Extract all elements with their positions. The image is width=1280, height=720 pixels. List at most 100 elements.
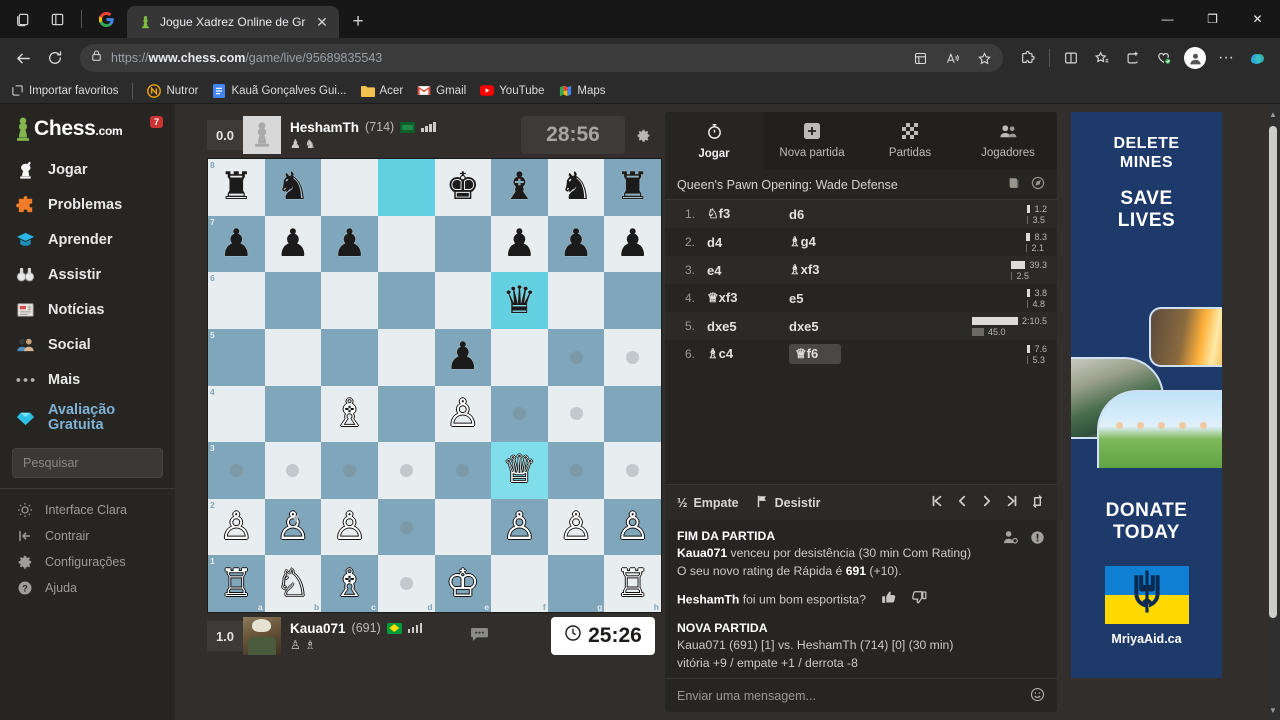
board-square-f4[interactable] (491, 385, 548, 443)
scroll-up-arrow[interactable]: ▲ (1266, 106, 1280, 122)
move-row[interactable]: 5. dxe5 dxe5 2:10.5 45.0 (665, 312, 1057, 340)
bookmark-import-favoritos[interactable]: Importar favoritos (10, 84, 118, 98)
board-square-f8[interactable]: ♝ (491, 159, 548, 216)
white-pawn-e4[interactable]: ♙ (446, 395, 480, 433)
board-square-a6[interactable]: 6 (208, 272, 265, 329)
sidebar-item-interface-clara[interactable]: Interface Clara (0, 497, 175, 523)
black-rook-a8[interactable]: ♜ (219, 168, 253, 206)
bookmark-kaua-goncalves[interactable]: Kauã Gonçalves Gui... (212, 83, 347, 98)
read-aloud-icon[interactable] (937, 43, 967, 73)
board-square-g7[interactable]: ♟ (547, 215, 605, 273)
board-square-h8[interactable]: ♜ (604, 159, 661, 216)
board-square-c7[interactable]: ♟ (321, 215, 378, 273)
sidebar-search-input[interactable]: Pesquisar (12, 447, 163, 478)
white-pawn-b2[interactable]: ♙ (276, 508, 310, 546)
move-black[interactable]: e5 (789, 291, 871, 306)
board-square-e8[interactable]: ♚ (434, 159, 492, 216)
board-square-b6[interactable] (264, 272, 322, 329)
thumbs-up-icon[interactable] (881, 590, 897, 611)
favorites-bar-icon[interactable] (1087, 43, 1117, 73)
settings-more-icon[interactable]: ··· (1211, 43, 1241, 73)
board-square-b7[interactable]: ♟ (264, 215, 322, 273)
move-black[interactable]: dxe5 (789, 319, 871, 334)
move-white[interactable]: ♘f3 (707, 206, 789, 222)
white-knight-b1[interactable]: ♘ (276, 565, 310, 603)
split-screen-icon[interactable] (1056, 43, 1086, 73)
move-white[interactable]: ♗c4 (707, 346, 789, 362)
white-queen-f3[interactable]: ♕ (502, 451, 536, 489)
board-square-f5[interactable] (491, 328, 548, 386)
white-bishop-c1[interactable]: ♗ (333, 565, 367, 603)
explorer-icon[interactable] (1031, 176, 1045, 193)
book-icon[interactable] (1007, 176, 1021, 193)
board-square-a3[interactable]: 3 (208, 442, 265, 499)
bookmark-youtube[interactable]: YouTube (480, 84, 544, 98)
black-pawn-h7[interactable]: ♟ (616, 225, 650, 263)
bookmark-nutror[interactable]: Nutror (147, 83, 198, 98)
info-icon[interactable] (1030, 530, 1045, 550)
black-pawn-c7[interactable]: ♟ (333, 225, 367, 263)
board-square-h5[interactable] (604, 328, 661, 386)
sidebar-item-social[interactable]: Social (0, 327, 175, 362)
bookmark-acer[interactable]: Acer (360, 84, 403, 98)
board-square-e3[interactable] (434, 442, 492, 499)
tab-partidas[interactable]: Partidas (861, 112, 959, 170)
board-square-d4[interactable] (377, 385, 435, 443)
board-square-a8[interactable]: 8 ♜ (208, 159, 265, 216)
browser-essentials-icon[interactable] (1149, 43, 1179, 73)
board-square-b5[interactable] (264, 328, 322, 386)
sidebar-item-contrair[interactable]: Contrair (0, 523, 175, 549)
chat-bubble-icon[interactable] (470, 627, 489, 646)
move-white[interactable]: d4 (707, 235, 789, 250)
board-square-c1[interactable]: c ♗ (321, 555, 378, 612)
tab-actions-icon[interactable] (8, 4, 38, 34)
chat-input[interactable]: Enviar uma mensagem... (665, 678, 1057, 712)
prev-move-icon[interactable] (955, 494, 969, 511)
tab-jogar[interactable]: Jogar (665, 112, 763, 170)
collections-icon[interactable] (905, 43, 935, 73)
last-move-icon[interactable] (1005, 494, 1019, 511)
board-square-f1[interactable]: f (491, 555, 548, 612)
board-square-g2[interactable]: ♙ (547, 498, 605, 556)
next-move-icon[interactable] (980, 494, 994, 511)
board-square-c8[interactable] (321, 159, 378, 216)
black-pawn-b7[interactable]: ♟ (276, 225, 310, 263)
sidebar-item-avaliacao-gratuita[interactable]: Avaliação Gratuita (0, 397, 175, 440)
black-rook-h8[interactable]: ♜ (616, 168, 650, 206)
board-square-g8[interactable]: ♞ (547, 159, 605, 216)
board-square-b2[interactable]: ♙ (264, 498, 322, 556)
black-pawn-g7[interactable]: ♟ (559, 225, 593, 263)
browser-tab[interactable]: Jogue Xadrez Online de Graça co ✕ (127, 6, 339, 38)
white-pawn-f2[interactable]: ♙ (502, 508, 536, 546)
board-square-a5[interactable]: 5 (208, 328, 265, 386)
sidebar-item-assistir[interactable]: Assistir (0, 257, 175, 292)
draw-button[interactable]: ½ Empate (677, 496, 739, 510)
back-arrow-icon[interactable] (8, 43, 38, 73)
bookmark-gmail[interactable]: Gmail (417, 84, 466, 98)
board-square-a1[interactable]: 1 a ♖ (208, 555, 265, 612)
board-square-e7[interactable] (434, 215, 492, 273)
bookmark-maps[interactable]: Maps (558, 84, 606, 98)
chesscom-logo[interactable]: Chess.com 7 (0, 114, 175, 152)
player-bottom-username[interactable]: Kaua071 (290, 621, 346, 636)
board-square-c2[interactable]: ♙ (321, 498, 378, 556)
collections-add-icon[interactable] (1118, 43, 1148, 73)
board-settings-gear-icon[interactable] (631, 128, 655, 143)
board-square-e2[interactable] (434, 498, 492, 556)
white-king-e1[interactable]: ♔ (446, 565, 480, 603)
advertisement-banner[interactable]: DELETE MINES SAVE LIVES DONATE TODAY Mri… (1071, 112, 1222, 678)
board-square-d8[interactable] (377, 159, 435, 216)
window-close-button[interactable]: ✕ (1235, 0, 1280, 38)
board-square-a2[interactable]: 2 ♙ (208, 498, 265, 556)
board-square-g4[interactable] (547, 385, 605, 443)
move-black[interactable]: ♕f6 (789, 344, 841, 364)
board-square-h6[interactable] (604, 272, 661, 329)
move-black[interactable]: ♗g4 (789, 234, 871, 250)
black-king-e8[interactable]: ♚ (446, 168, 480, 206)
move-white[interactable]: e4 (707, 263, 789, 278)
white-pawn-c2[interactable]: ♙ (333, 508, 367, 546)
profile-avatar-icon[interactable] (1180, 43, 1210, 73)
board-square-h4[interactable] (604, 385, 661, 443)
move-black[interactable]: ♗xf3 (789, 262, 871, 278)
board-square-h1[interactable]: h ♖ (604, 555, 661, 612)
